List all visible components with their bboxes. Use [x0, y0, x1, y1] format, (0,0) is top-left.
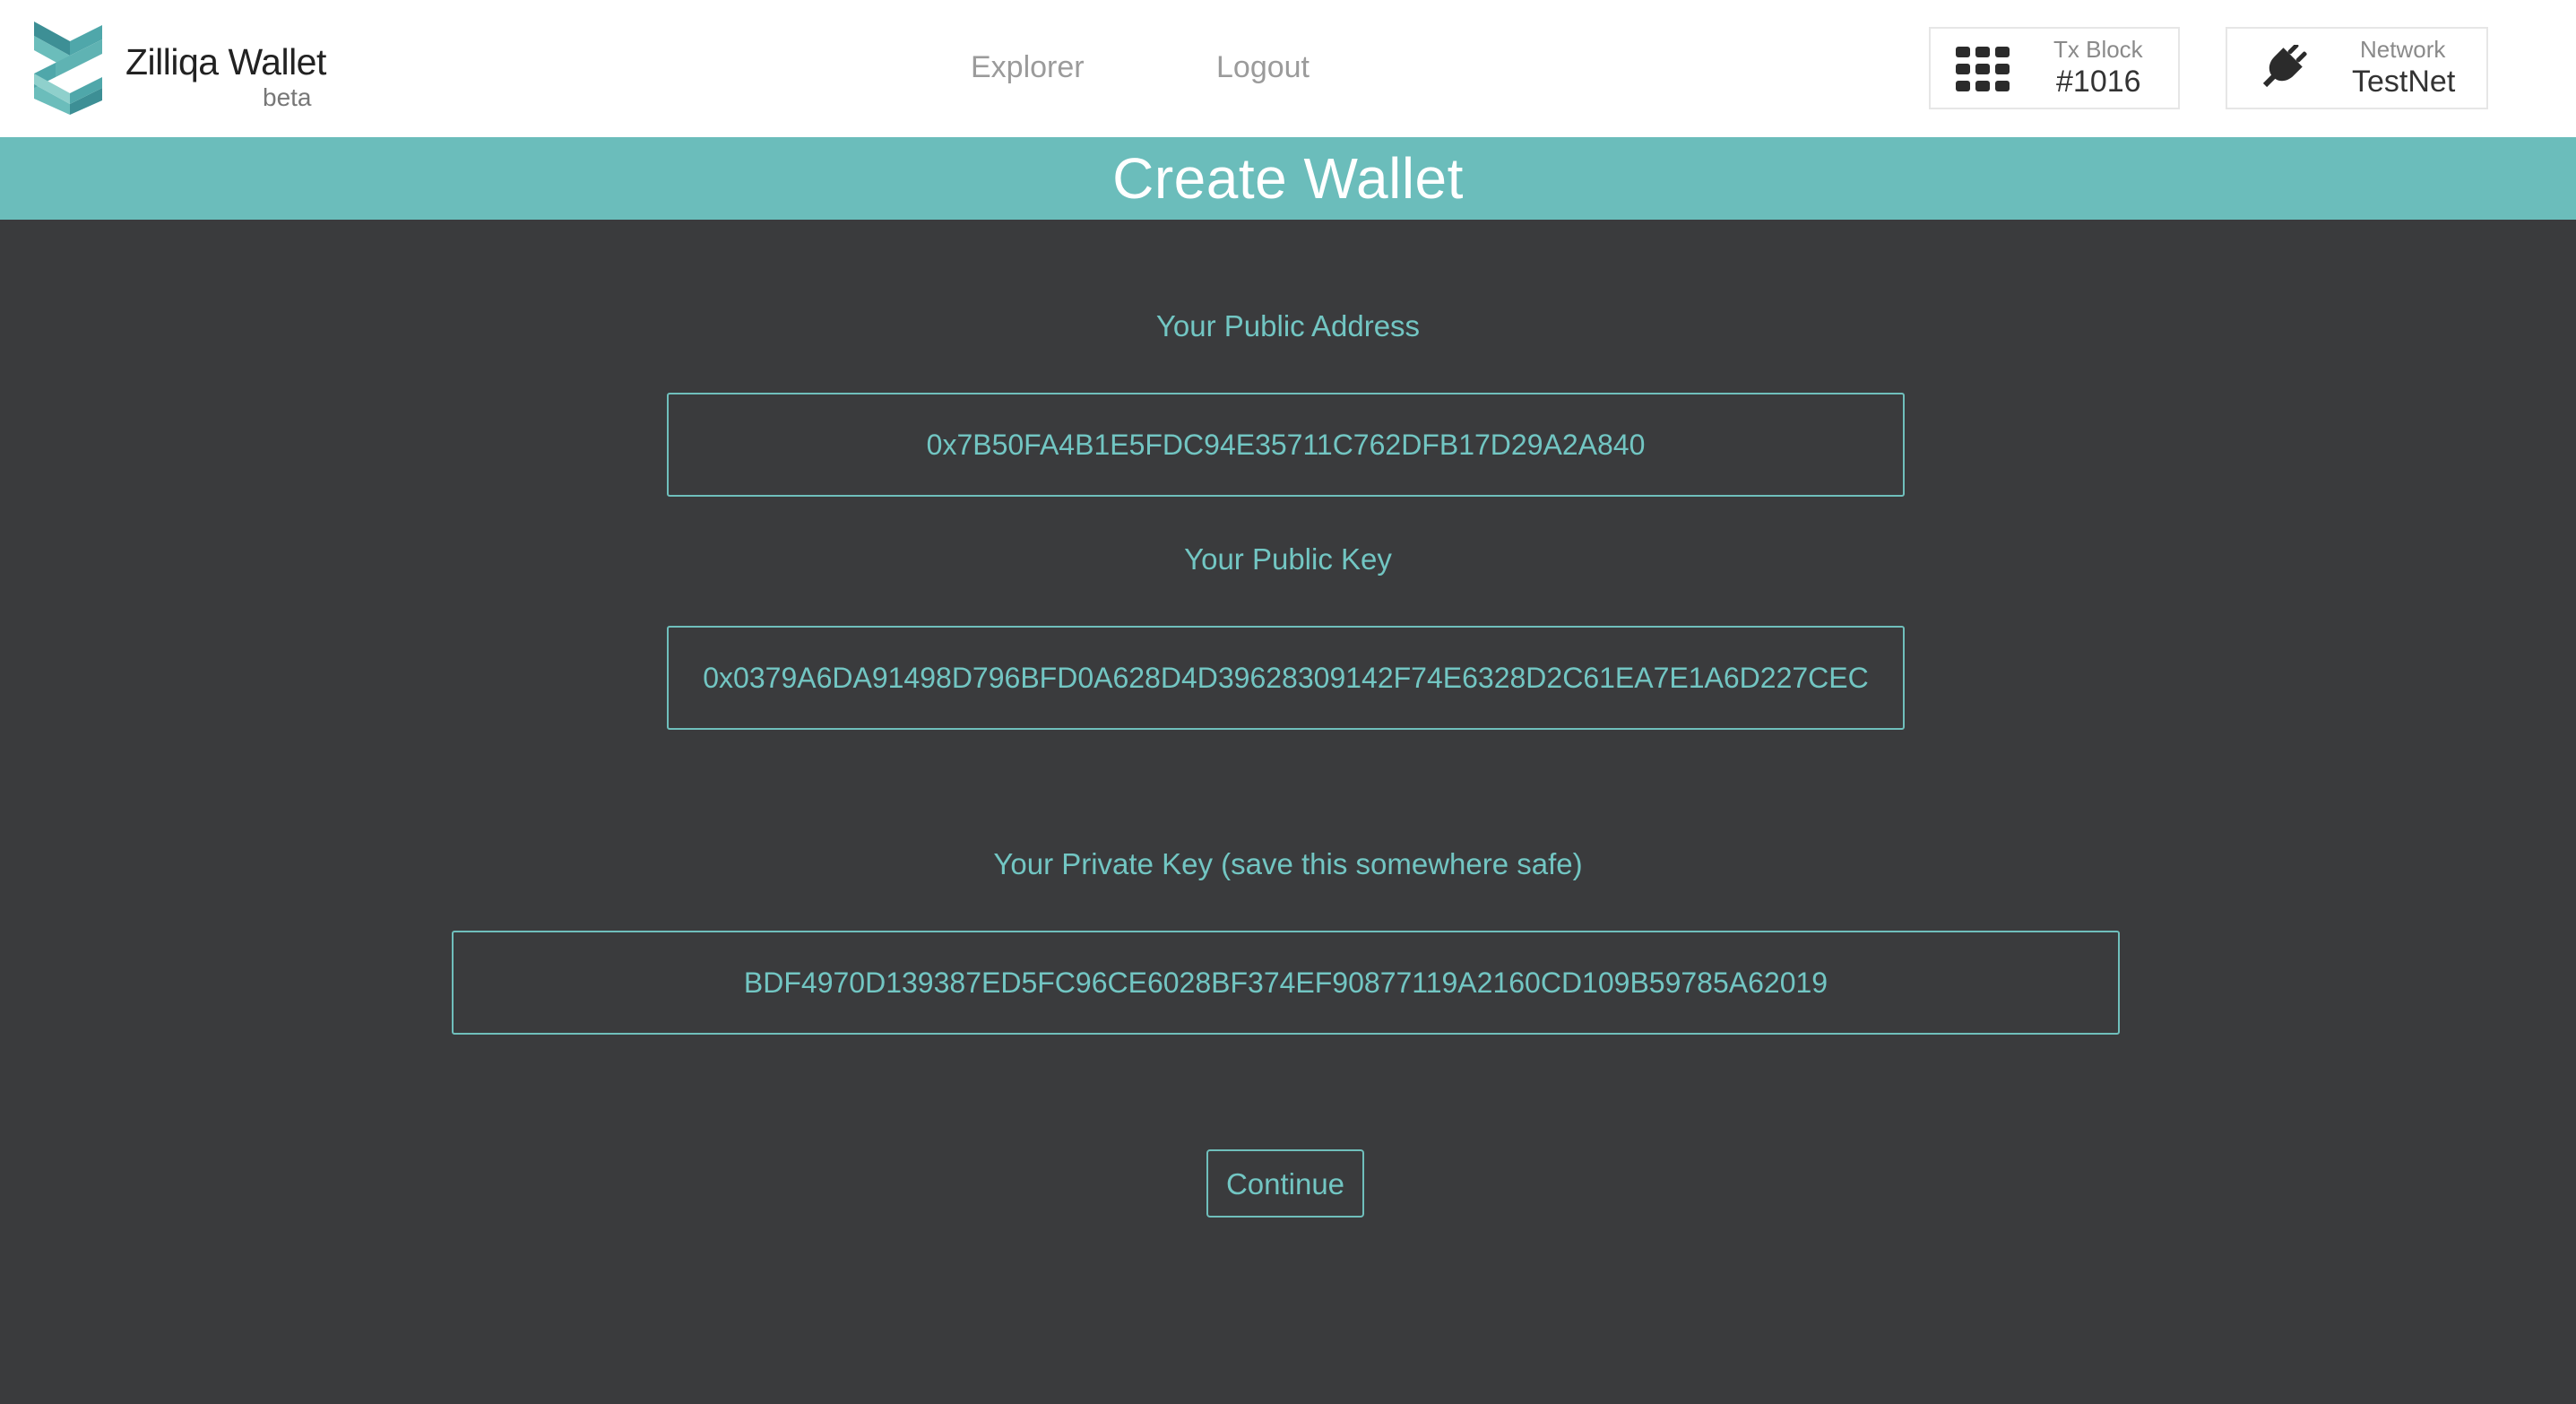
continue-button[interactable]: Continue	[1206, 1149, 1364, 1218]
tx-block-label: Tx Block	[2053, 36, 2143, 63]
network-value: TestNet	[2352, 65, 2456, 99]
page-title-banner: Create Wallet	[0, 137, 2576, 220]
plug-icon	[2262, 45, 2307, 88]
top-header: Zilliqa Wallet beta Explorer Logout Tx B…	[0, 0, 2576, 137]
public-address-field[interactable]: 0x7B50FA4B1E5FDC94E35711C762DFB17D29A2A8…	[667, 393, 1905, 497]
app-brand-name: Zilliqa Wallet	[125, 41, 326, 82]
zilliqa-logo-icon	[34, 22, 102, 115]
public-key-label: Your Public Key	[1184, 542, 1392, 576]
nav-logout-link[interactable]: Logout	[1216, 50, 1310, 85]
private-key-field[interactable]: BDF4970D139387ED5FC96CE6028BF374EF908771…	[452, 931, 2120, 1035]
nav-explorer-link[interactable]: Explorer	[971, 50, 1085, 85]
grid-icon	[1956, 47, 2010, 91]
public-key-field[interactable]: 0x0379A6DA91498D796BFD0A628D4D3962830914…	[667, 626, 1905, 730]
network-widget: Network TestNet	[2226, 27, 2488, 109]
page-title: Create Wallet	[1112, 146, 1464, 211]
network-label: Network	[2360, 36, 2446, 63]
tx-block-value: #1016	[2056, 65, 2141, 99]
public-address-label: Your Public Address	[1155, 309, 1421, 342]
tx-block-widget: Tx Block #1016	[1929, 27, 2180, 109]
private-key-label: Your Private Key (save this somewhere sa…	[993, 847, 1583, 880]
app-brand-subtitle: beta	[263, 83, 312, 111]
